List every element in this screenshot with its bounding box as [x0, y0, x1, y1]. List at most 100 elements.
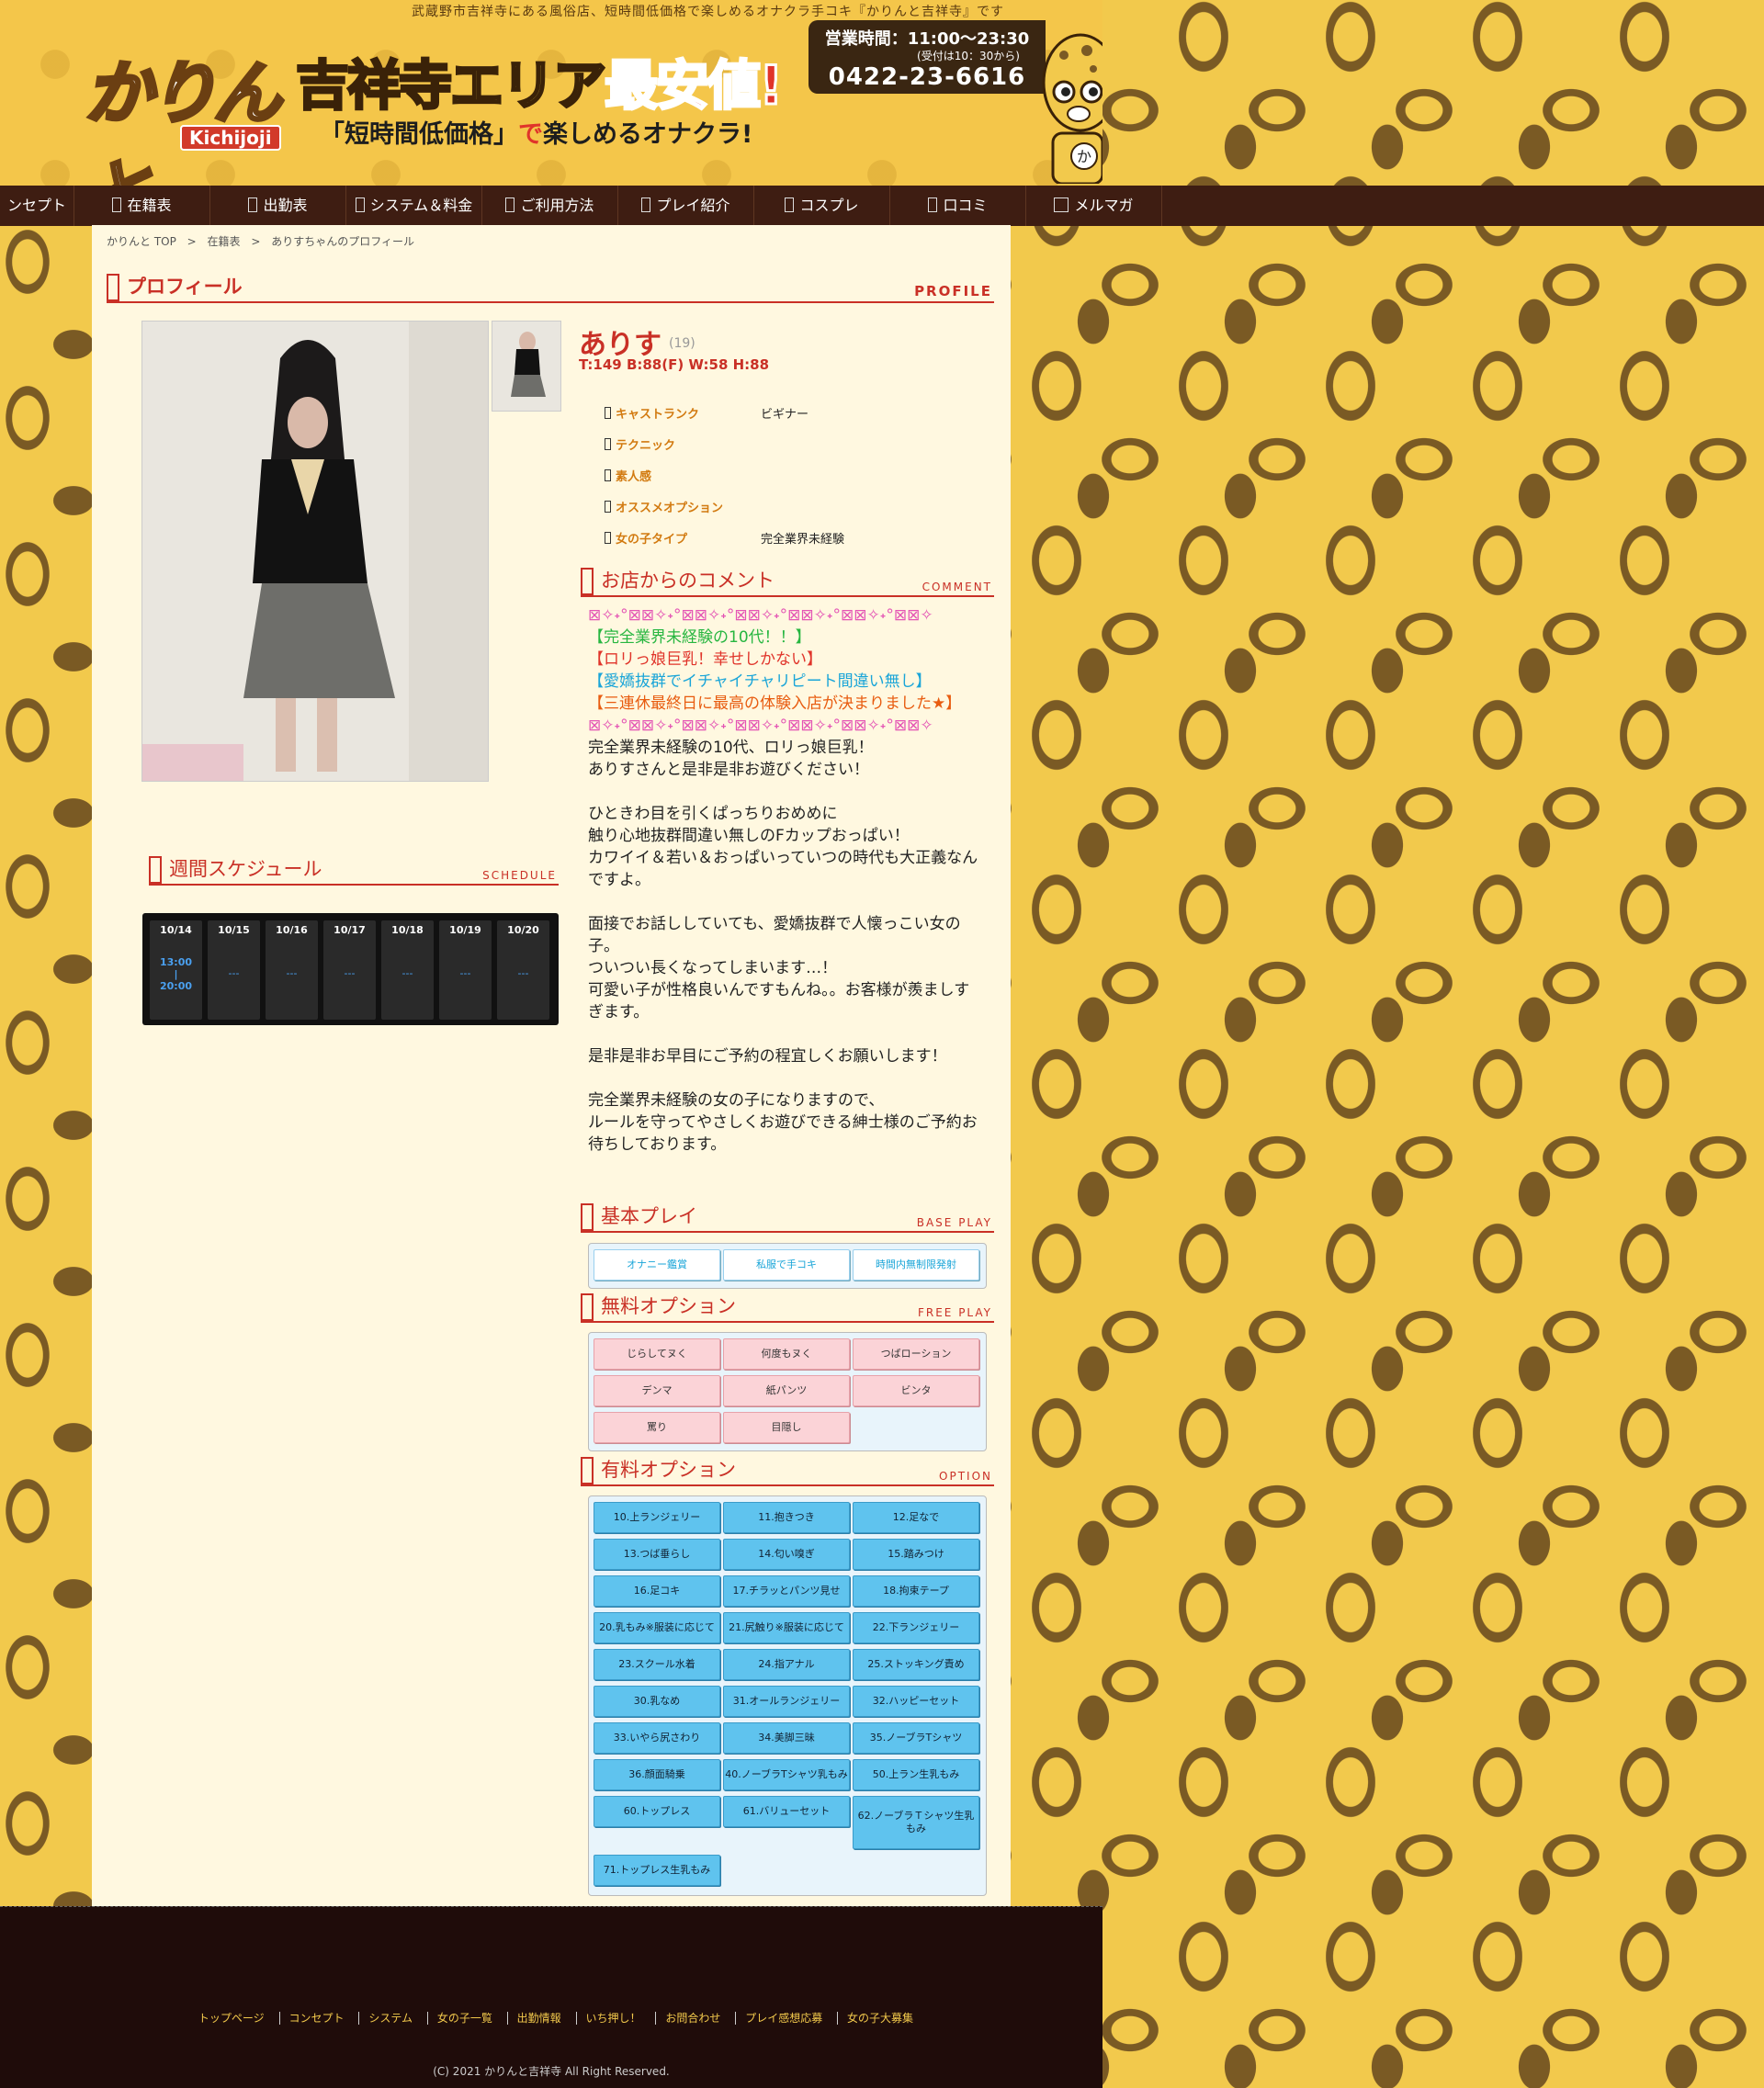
- attribute-label: キャストランク: [616, 408, 700, 422]
- nav-how-to-use[interactable]: ご利用方法: [482, 186, 618, 226]
- comment-line: ついつい長くなってしまいます…！: [588, 959, 838, 977]
- nav-concept[interactable]: ンセプト: [0, 186, 74, 226]
- schedule-date: 10/18: [391, 924, 424, 936]
- footer-link-contact[interactable]: お問合わせ: [655, 2012, 721, 2025]
- footer-link-system[interactable]: システム: [358, 2012, 413, 2025]
- footer-link-recruit[interactable]: 女の子大募集: [837, 2012, 914, 2025]
- nav-mail-magazine[interactable]: メルマガ: [1026, 186, 1162, 226]
- nav-play-intro[interactable]: プレイ紹介: [618, 186, 754, 226]
- nav-marker-icon: [505, 198, 515, 212]
- option-tag[interactable]: 罵り: [594, 1412, 720, 1443]
- breadcrumb-cast-link[interactable]: 在籍表: [208, 235, 241, 248]
- section-title-en: OPTION: [939, 1470, 992, 1483]
- mail-icon: [1054, 198, 1069, 212]
- nav-label: コスプレ: [799, 197, 859, 214]
- option-tag[interactable]: 31.オールランジェリー: [723, 1686, 850, 1717]
- site-logo[interactable]: かりんと Kichijoji: [83, 29, 287, 233]
- catchcopy-area: 吉祥寺エリア: [294, 53, 607, 119]
- comment-highlight: 【完全業界未経験の10代！！】: [588, 628, 811, 647]
- nav-reviews[interactable]: 口コミ: [890, 186, 1026, 226]
- attribute-row: テクニック: [605, 435, 761, 453]
- option-tag[interactable]: 40.ノーブラTシャツ乳もみ: [723, 1759, 850, 1790]
- footer-link-cast[interactable]: 女の子一覧: [426, 2012, 492, 2025]
- logo-subtext: Kichijoji: [180, 125, 281, 151]
- section-title-jp: プロフィール: [127, 276, 243, 298]
- option-tag[interactable]: 紙パンツ: [723, 1375, 850, 1406]
- option-tag[interactable]: 10.上ランジェリー: [594, 1502, 720, 1533]
- option-tag[interactable]: 18.拘束テープ: [853, 1575, 979, 1607]
- breadcrumb-top-link[interactable]: かりんと TOP: [107, 235, 176, 248]
- option-tag[interactable]: 17.チラッとパンツ見せ: [723, 1575, 850, 1607]
- option-tag[interactable]: 36.顔面騎乗: [594, 1759, 720, 1790]
- option-tag[interactable]: 12.足なで: [853, 1502, 979, 1533]
- play-tag[interactable]: 私服で手コキ: [723, 1249, 850, 1281]
- option-tag[interactable]: ビンタ: [853, 1375, 979, 1406]
- option-tag[interactable]: 22.下ランジェリー: [853, 1612, 979, 1643]
- leopard-mascot-icon: か: [1042, 33, 1102, 184]
- play-tag[interactable]: 時間内無制限発射: [853, 1249, 979, 1281]
- footer-link-concept[interactable]: コンセプト: [278, 2012, 345, 2025]
- option-tag[interactable]: 50.上ラン生乳もみ: [853, 1759, 979, 1790]
- phone-number[interactable]: 0422-23-6616: [808, 63, 1046, 91]
- attribute-row: キャストランク ビギナー: [605, 404, 808, 422]
- comment-line: ひときわ目を引くぱっちりおめめに: [588, 805, 838, 823]
- option-tag[interactable]: 15.踏みつけ: [853, 1539, 979, 1570]
- section-title-jp: お店からのコメント: [601, 570, 775, 592]
- footer-link-review[interactable]: プレイ感想応募: [735, 2012, 823, 2025]
- nav-system[interactable]: システム＆料金: [346, 186, 482, 226]
- attribute-marker-icon: [605, 501, 611, 513]
- schedule-day: 10/20 ---: [497, 920, 549, 1020]
- option-tag[interactable]: 21.尻触り※服装に応じて: [723, 1612, 850, 1643]
- option-tag[interactable]: 32.ハッピーセット: [853, 1686, 979, 1717]
- option-tag[interactable]: 目隠し: [723, 1412, 850, 1443]
- attribute-marker-icon: [605, 532, 611, 544]
- cast-thumbnail-photo[interactable]: [492, 321, 561, 412]
- nav-cosplay[interactable]: コスプレ: [754, 186, 890, 226]
- footer-link-top[interactable]: トップページ: [189, 2012, 265, 2025]
- attribute-value: ビギナー: [761, 408, 809, 422]
- schedule-date: 10/15: [218, 924, 250, 936]
- leopard-background-left: [0, 225, 92, 1906]
- option-tag[interactable]: 35.ノーブラTシャツ: [853, 1722, 979, 1754]
- schedule-day: 10/15 ---: [208, 920, 260, 1020]
- nav-cast-list[interactable]: 在籍表: [74, 186, 210, 226]
- option-tag[interactable]: 23.スクール水着: [594, 1649, 720, 1680]
- option-tag[interactable]: 24.指アナル: [723, 1649, 850, 1680]
- option-tag[interactable]: 60.トップレス: [594, 1796, 720, 1827]
- comment-line: 完全業界未経験の10代、ロリっ娘巨乳！: [588, 739, 874, 757]
- cast-main-photo[interactable]: [141, 321, 489, 782]
- option-tag[interactable]: 14.匂い嗅ぎ: [723, 1539, 850, 1570]
- cast-age: (19): [669, 336, 695, 351]
- option-tag[interactable]: 33.いやら尻さわり: [594, 1722, 720, 1754]
- header-catchcopy: 吉祥寺エリア最安値!: [294, 42, 784, 119]
- schedule-date: 10/16: [276, 924, 308, 936]
- option-tag[interactable]: 25.ストッキング責め: [853, 1649, 979, 1680]
- option-tag[interactable]: デンマ: [594, 1375, 720, 1406]
- free-option-list: じらしてヌく 何度もヌく つばローション デンマ 紙パンツ ビンタ 罵り 目隠し: [588, 1332, 987, 1451]
- breadcrumb-separator: >: [187, 235, 197, 248]
- footer-link-schedule[interactable]: 出勤情報: [506, 2012, 561, 2025]
- option-tag[interactable]: 11.抱きつき: [723, 1502, 850, 1533]
- option-tag[interactable]: 62.ノーブラＴシャツ生乳もみ: [853, 1796, 979, 1849]
- nav-label: システム＆料金: [369, 197, 473, 214]
- nav-schedule[interactable]: 出勤表: [210, 186, 346, 226]
- option-tag[interactable]: 30.乳なめ: [594, 1686, 720, 1717]
- schedule-day: 10/16 ---: [266, 920, 318, 1020]
- option-tag[interactable]: じらしてヌく: [594, 1338, 720, 1370]
- business-hours: 営業時間：11:00〜23:30: [824, 29, 1030, 49]
- option-tag[interactable]: 61.バリューセット: [723, 1796, 850, 1827]
- nav-label: 出勤表: [263, 197, 308, 214]
- option-tag[interactable]: 13.つば垂らし: [594, 1539, 720, 1570]
- nav-label: メルマガ: [1074, 197, 1134, 214]
- comment-section-title: お店からのコメント COMMENT: [581, 568, 994, 597]
- subcopy-c: 楽しめるオナクラ!: [543, 120, 753, 149]
- footer-link-pickup[interactable]: いち押し！: [575, 2012, 641, 2025]
- option-tag[interactable]: 何度もヌく: [723, 1338, 850, 1370]
- option-tag[interactable]: 20.乳もみ※服装に応じて: [594, 1612, 720, 1643]
- play-tag[interactable]: オナニー鑑賞: [594, 1249, 720, 1281]
- option-tag[interactable]: 71.トップレス生乳もみ: [594, 1855, 720, 1886]
- option-tag[interactable]: つばローション: [853, 1338, 979, 1370]
- schedule-day: 10/14 13:00 | 20:00: [150, 920, 202, 1020]
- option-tag[interactable]: 16.足コキ: [594, 1575, 720, 1607]
- option-tag[interactable]: 34.美脚三昧: [723, 1722, 850, 1754]
